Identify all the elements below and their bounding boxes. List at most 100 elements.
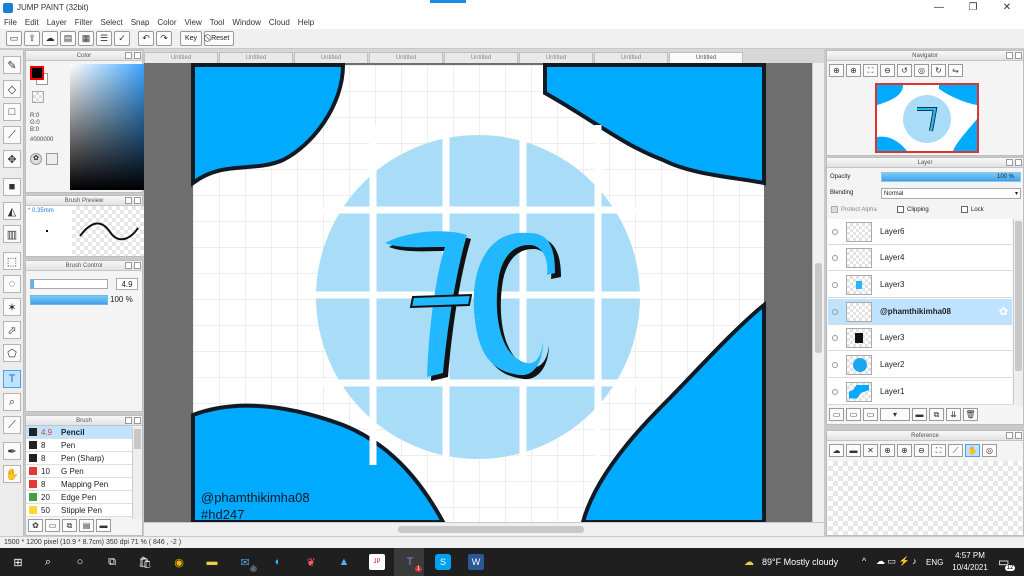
lock-checkbox[interactable]: Lock	[961, 206, 984, 213]
transparent-swatch[interactable]	[32, 91, 44, 103]
magic-wand-icon[interactable]: ✶	[3, 298, 21, 316]
tab-untitled[interactable]: Untitled	[144, 52, 218, 63]
panel-float-icon[interactable]	[125, 52, 132, 59]
zoom-tool-icon[interactable]: ⌕	[3, 393, 21, 411]
windows-start-icon[interactable]: ⊞	[10, 554, 26, 570]
reference-eyedropper-icon[interactable]: ⟋	[948, 444, 963, 457]
file-explorer-icon[interactable]: ▬	[204, 554, 220, 570]
brush-edit-icon[interactable]: ▤	[79, 519, 94, 532]
document-icon[interactable]: ▦	[78, 31, 94, 46]
clock-date[interactable]: 10/4/2021	[948, 563, 992, 572]
reference-open-icon[interactable]: ▬	[846, 444, 861, 457]
pen-tool-icon[interactable]: ✒	[3, 442, 21, 460]
brush-folder-icon[interactable]: ▬	[96, 519, 111, 532]
redo-icon[interactable]: ↷	[156, 31, 172, 46]
layer-row[interactable]: Layer3	[828, 325, 1012, 351]
menu-file[interactable]: File	[4, 18, 17, 27]
color-picker-icon[interactable]	[46, 153, 58, 165]
checklist-icon[interactable]: ✓	[114, 31, 130, 46]
task-view-icon[interactable]: ⧉	[104, 554, 120, 570]
zoom-actual-icon[interactable]: ⛶	[863, 64, 878, 77]
brush-item-pen[interactable]: 8 Pen	[26, 439, 132, 452]
weather-text[interactable]: 89°F Mostly cloudy	[762, 557, 838, 567]
brush-new-icon[interactable]: ▭	[45, 519, 60, 532]
canvas-vertical-scrollbar[interactable]	[812, 63, 824, 522]
visibility-icon[interactable]	[832, 334, 838, 341]
menu-tool[interactable]: Tool	[210, 18, 225, 27]
brush-size-slider[interactable]	[30, 279, 108, 289]
reference-settings-icon[interactable]: ◎	[982, 444, 997, 457]
reference-zoom-in-icon[interactable]: ⊕	[897, 444, 912, 457]
layer-row[interactable]: Layer1	[828, 379, 1012, 405]
new-layer-1bit-icon[interactable]: ▭	[863, 408, 878, 421]
language-indicator[interactable]: ENG	[926, 558, 943, 567]
layer-type-dropdown[interactable]: ▾	[880, 408, 910, 421]
bucket-tool-icon[interactable]: ◭	[3, 202, 21, 220]
panel-float-icon[interactable]	[1006, 432, 1013, 439]
zoom-fit-icon[interactable]: ⊕	[829, 64, 844, 77]
tab-untitled-active[interactable]: Untitled	[669, 52, 743, 63]
artwork-canvas[interactable]: 7C @phamthikimha08 #hd247	[144, 63, 812, 524]
list-icon[interactable]: ☰	[96, 31, 112, 46]
brush-tool-icon[interactable]: ✎	[3, 56, 21, 74]
new-layer-8bit-icon[interactable]: ▭	[846, 408, 861, 421]
close-button[interactable]: ✕	[990, 0, 1024, 15]
layer-list-scrollbar[interactable]	[1013, 219, 1023, 405]
duplicate-layer-icon[interactable]: ⧉	[929, 408, 944, 421]
brush-settings-icon[interactable]: ✿	[28, 519, 43, 532]
panel-float-icon[interactable]	[125, 197, 132, 204]
panel-float-icon[interactable]	[1006, 159, 1013, 166]
tab-untitled[interactable]: Untitled	[519, 52, 593, 63]
rect-select-icon[interactable]: ⬚	[3, 252, 21, 270]
reference-cloud-icon[interactable]: ☁	[829, 444, 844, 457]
visibility-icon[interactable]	[832, 361, 838, 368]
edge-icon[interactable]: ◐	[270, 554, 286, 570]
tray-chevron-icon[interactable]: ^	[862, 556, 866, 566]
brush-size-value[interactable]: 4.9	[116, 278, 138, 290]
eyedropper-tool-icon[interactable]: ⟋	[3, 416, 21, 434]
panel-close-icon[interactable]	[1015, 432, 1022, 439]
tab-untitled[interactable]: Untitled	[219, 52, 293, 63]
layer-row[interactable]: Layer4	[828, 245, 1012, 271]
brush-list-scrollbar[interactable]	[132, 427, 142, 519]
restore-button[interactable]: ❐	[956, 0, 990, 15]
visibility-icon[interactable]	[832, 254, 838, 261]
brush-item-g-pen[interactable]: 10 G Pen	[26, 465, 132, 478]
canvas-area[interactable]: 7C @phamthikimha08 #hd247	[144, 63, 812, 524]
new-folder-icon[interactable]: ▬	[912, 408, 927, 421]
tab-untitled[interactable]: Untitled	[594, 52, 668, 63]
panel-close-icon[interactable]	[134, 262, 141, 269]
visibility-icon[interactable]	[832, 388, 838, 395]
rotate-right-icon[interactable]: ↻	[931, 64, 946, 77]
skype-icon[interactable]: S	[435, 554, 451, 570]
gear-icon[interactable]: ✿	[999, 305, 1008, 318]
flip-icon[interactable]: ⇋	[948, 64, 963, 77]
menu-color[interactable]: Color	[157, 18, 176, 27]
word-icon[interactable]: W	[468, 554, 484, 570]
save-icon[interactable]: ▤	[60, 31, 76, 46]
panel-float-icon[interactable]	[125, 262, 132, 269]
navigator-thumbnail[interactable]	[875, 83, 979, 153]
brush-copy-icon[interactable]: ⧉	[62, 519, 77, 532]
export-icon[interactable]: ⇪	[24, 31, 40, 46]
text-tool-icon[interactable]: T	[3, 370, 21, 388]
move-tool-icon[interactable]: ✥	[3, 150, 21, 168]
menu-layer[interactable]: Layer	[47, 18, 67, 27]
blending-select[interactable]: Normal ▾	[881, 188, 1021, 199]
eraser-tool-icon[interactable]: ◇	[3, 80, 21, 98]
visibility-icon[interactable]	[832, 228, 838, 235]
panel-close-icon[interactable]	[134, 197, 141, 204]
brush-opacity-slider[interactable]	[30, 295, 108, 305]
reset-button[interactable]: ⃠Reset	[204, 31, 235, 46]
select-eraser-icon[interactable]: ⬠	[3, 344, 21, 362]
cloud-icon[interactable]: ☁	[42, 31, 58, 46]
reference-canvas[interactable]	[828, 461, 1022, 535]
rotate-reset-icon[interactable]: ◎	[914, 64, 929, 77]
cortana-icon[interactable]: ○	[72, 554, 88, 570]
fill-rect-tool-icon[interactable]: ■	[3, 178, 21, 196]
menu-snap[interactable]: Snap	[131, 18, 150, 27]
canvas-horizontal-scrollbar[interactable]	[144, 522, 824, 536]
menu-help[interactable]: Help	[298, 18, 314, 27]
lasso-select-icon[interactable]: ◌	[3, 275, 21, 293]
menu-window[interactable]: Window	[232, 18, 260, 27]
